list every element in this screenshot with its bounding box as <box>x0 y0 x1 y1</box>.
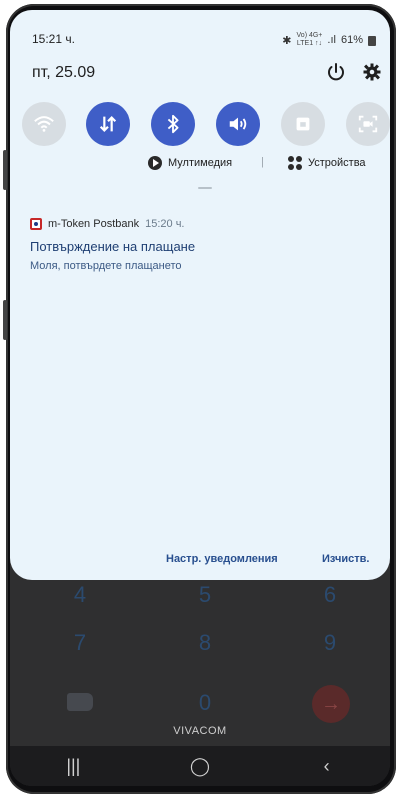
lock-rotation-icon <box>296 117 310 131</box>
notification-app-name: m-Token Postbank <box>48 218 140 230</box>
date-label: пт, 25.09 <box>32 64 96 81</box>
play-icon <box>148 156 162 170</box>
screen-recorder-tile[interactable] <box>346 102 390 146</box>
sound-tile[interactable] <box>216 102 260 146</box>
dial-key-4[interactable]: 4 <box>50 582 110 608</box>
dial-key-8[interactable]: 8 <box>175 630 235 656</box>
media-label: Мултимедия <box>168 157 233 169</box>
phone-mockup: 4 5 6 7 8 9 0 → VIVACOM ||| ◯ ‹ 15:21 ч.… <box>0 0 400 798</box>
screen-lock-tile[interactable] <box>281 102 325 146</box>
drag-handle[interactable] <box>198 187 212 189</box>
media-button[interactable]: Мултимедия <box>148 156 232 170</box>
bluetooth-status-icon: ✱ <box>282 34 292 47</box>
back-icon[interactable]: ‹ <box>297 756 357 777</box>
backspace-icon[interactable] <box>67 693 93 711</box>
home-icon[interactable]: ◯ <box>170 756 230 777</box>
battery-icon <box>368 36 376 46</box>
notification-card[interactable]: m-Token Postbank 15:20 ч. Потвърждение н… <box>30 218 370 272</box>
battery-percent: 61% <box>340 34 363 46</box>
recents-icon[interactable]: ||| <box>43 756 103 777</box>
media-divider: | <box>261 156 264 168</box>
navigation-bar: ||| ◯ ‹ <box>10 746 390 786</box>
carrier-label: VIVACOM <box>173 725 227 737</box>
notification-header: m-Token Postbank 15:20 ч. <box>30 218 370 230</box>
clear-notifications-button[interactable]: Изчиств. <box>322 553 369 565</box>
notification-shade: 15:21 ч. ✱ Vo) 4G+ LTE1 ↑↓ .ıl 61% пт, 2… <box>10 10 390 580</box>
phone-screen: 4 5 6 7 8 9 0 → VIVACOM ||| ◯ ‹ 15:21 ч.… <box>10 10 390 786</box>
gear-icon[interactable] <box>362 62 382 82</box>
data-arrows-icon <box>99 116 117 132</box>
bluetooth-icon <box>167 114 179 134</box>
devices-label: Устройства <box>308 157 366 169</box>
dial-key-7[interactable]: 7 <box>50 630 110 656</box>
volume-icon <box>229 117 247 131</box>
screen-record-icon <box>358 115 378 133</box>
dial-key-5[interactable]: 5 <box>175 582 235 608</box>
status-icons: ✱ Vo) 4G+ LTE1 ↑↓ .ıl 61% <box>282 32 376 48</box>
volume-button <box>3 150 7 190</box>
status-time: 15:21 ч. <box>32 32 75 46</box>
notification-body: Моля, потвърдете плащането <box>30 260 182 272</box>
call-arrow-icon[interactable]: → <box>312 685 350 723</box>
signal-icon: .ıl <box>327 34 336 46</box>
quick-settings-row <box>10 102 390 146</box>
bluetooth-tile[interactable] <box>151 102 195 146</box>
notification-time: 15:20 ч. <box>145 218 185 230</box>
dial-key-0[interactable]: 0 <box>175 690 235 716</box>
wifi-tile[interactable] <box>22 102 66 146</box>
notification-title: Потвърждение на плащане <box>30 239 196 254</box>
mobile-data-tile[interactable] <box>86 102 130 146</box>
wifi-icon <box>34 116 54 132</box>
dial-key-6[interactable]: 6 <box>300 582 360 608</box>
media-row: Мултимедия | Устройства <box>10 156 390 174</box>
dial-key-9[interactable]: 9 <box>300 630 360 656</box>
power-icon[interactable] <box>326 62 346 82</box>
notification-settings-button[interactable]: Настр. уведомления <box>166 553 278 565</box>
side-button <box>3 300 7 340</box>
devices-button[interactable]: Устройства <box>288 156 366 170</box>
postbank-app-icon <box>30 218 42 230</box>
network-indicator: Vo) 4G+ LTE1 ↑↓ <box>296 32 323 47</box>
devices-icon <box>288 156 302 170</box>
